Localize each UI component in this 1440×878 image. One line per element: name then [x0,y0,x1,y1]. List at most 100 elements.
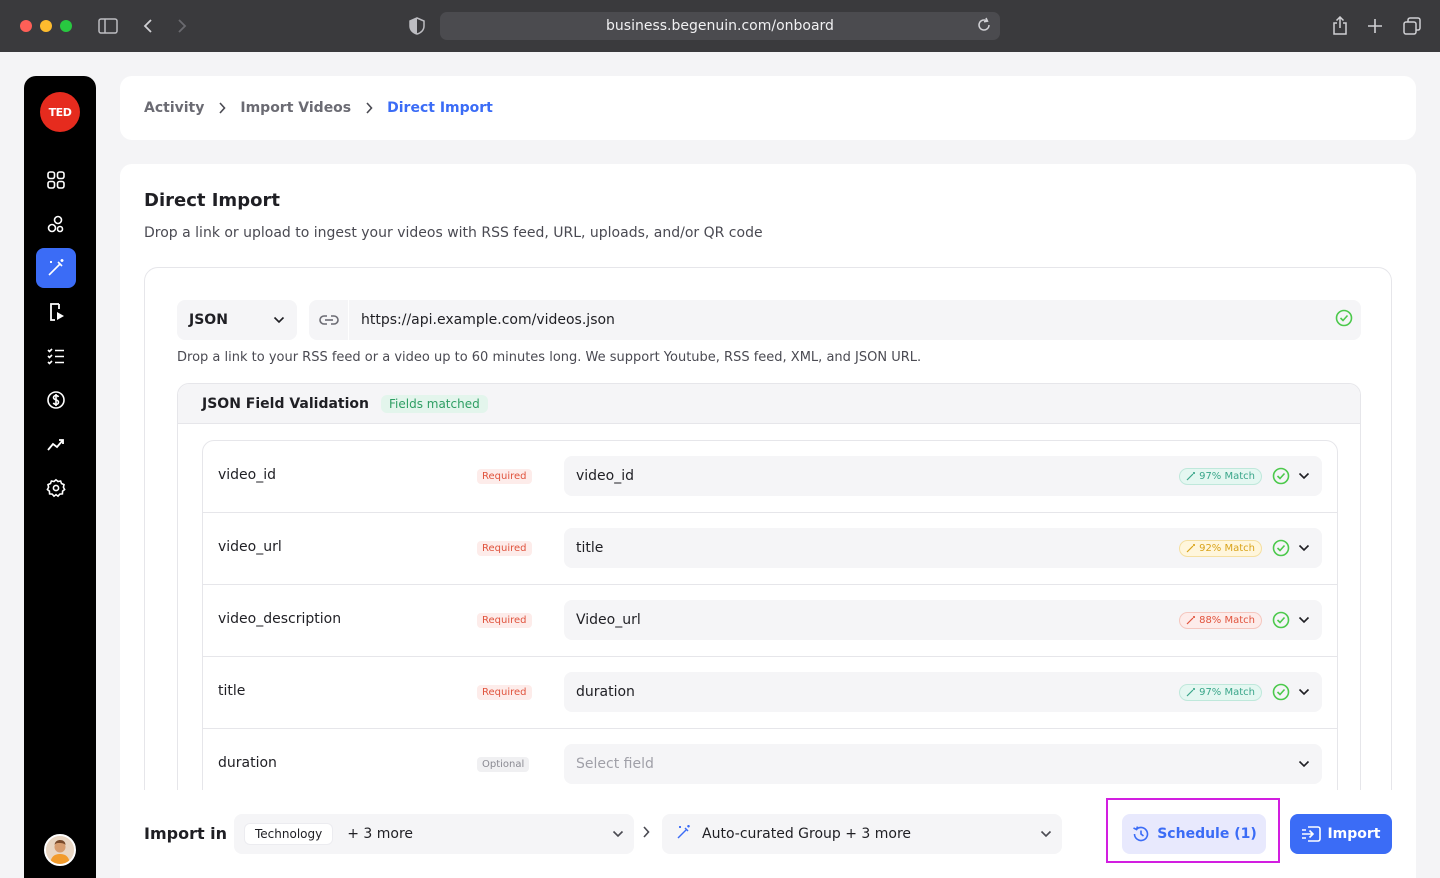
mapped-field-value: title [576,540,604,556]
match-badge: 92% Match [1179,539,1262,557]
match-badge: 97% Match [1179,683,1262,701]
mapped-field-value: video_id [576,468,635,484]
field-name: duration [218,755,277,771]
mapped-field-value: duration [576,684,635,700]
check-circle-icon [1272,683,1290,701]
sidebar-toggle-icon[interactable] [96,14,120,38]
chevron-down-icon [1040,830,1052,838]
check-circle-icon [1272,467,1290,485]
chevron-down-icon [1298,688,1310,696]
close-window-button[interactable] [20,20,32,32]
import-button[interactable]: Import [1290,814,1392,854]
source-url-input[interactable] [349,312,1335,328]
mapped-field-value: Video_url [576,612,641,628]
table-row: video_id Required video_id 97% Match [203,441,1337,513]
browser-toolbar: business.begenuin.com/onboard [0,0,1440,52]
source-url-field [309,300,1361,340]
magic-wand-icon [1186,616,1196,625]
match-badge-text: 92% Match [1199,542,1255,554]
breadcrumb: Activity Import Videos Direct Import [120,76,1416,140]
chevron-down-icon [1298,760,1310,768]
match-badge-text: 88% Match [1199,614,1255,626]
nav-communities[interactable] [36,204,76,244]
page-title: Direct Import [144,190,280,211]
match-badge-text: 97% Match [1199,686,1255,698]
settings-icon [46,478,66,498]
privacy-shield-icon[interactable] [405,14,429,38]
schedule-button[interactable]: Schedule (1) [1122,814,1266,854]
status-badge: Fields matched [381,394,488,413]
field-mapping-select[interactable]: Video_url 88% Match [564,600,1322,640]
match-badge: 88% Match [1179,611,1262,629]
app-sidebar: TED [24,76,96,878]
nav-tasks[interactable] [36,336,76,376]
required-badge: Required [477,541,532,556]
grid-icon [47,171,65,189]
category-chip: Technology [244,823,334,845]
breadcrumb-direct-import: Direct Import [387,100,493,116]
field-name: video_url [218,539,282,555]
reload-icon[interactable] [976,17,992,37]
magic-wand-icon [48,259,64,276]
nav-videos[interactable] [36,292,76,332]
table-row: title Required duration 97% Match [203,657,1337,729]
forward-icon[interactable] [170,14,194,38]
breadcrumb-import-videos[interactable]: Import Videos [240,100,351,116]
history-clock-icon [1133,826,1149,842]
import-in-label: Import in [144,824,228,843]
nav-settings[interactable] [36,468,76,508]
breadcrumb-activity[interactable]: Activity [144,100,204,116]
field-mapping-list: video_id Required video_id 97% Match vid… [202,440,1338,802]
nav-analytics[interactable] [36,424,76,464]
link-icon [309,300,349,340]
analytics-icon [47,439,64,451]
required-badge: Required [477,469,532,484]
magic-wand-icon [1186,544,1196,553]
brand-logo[interactable]: TED [40,92,80,132]
field-mapping-select[interactable]: duration 97% Match [564,672,1322,712]
new-tab-icon[interactable] [1363,14,1387,38]
check-circle-icon [1272,611,1290,629]
nav-dashboard[interactable] [36,160,76,200]
brand-logo-text: TED [48,105,72,119]
minimize-window-button[interactable] [40,20,52,32]
match-badge-text: 97% Match [1199,470,1255,482]
chevron-down-icon [1298,544,1310,552]
chevron-right-icon [642,826,650,838]
field-mapping-select[interactable]: title 92% Match [564,528,1322,568]
list-check-icon [47,348,64,365]
field-name: video_id [218,467,277,483]
tab-overview-icon[interactable] [1400,14,1424,38]
direct-import-card: Direct Import Drop a link or upload to i… [120,164,1416,878]
mapped-field-placeholder: Select field [576,756,654,772]
video-file-icon [50,303,64,321]
field-name: title [218,683,246,699]
user-avatar[interactable] [44,834,76,866]
zoom-window-button[interactable] [60,20,72,32]
field-mapping-select[interactable]: Select field [564,744,1322,784]
address-text: business.begenuin.com/onboard [606,18,834,34]
magic-wand-icon [676,824,692,844]
share-icon[interactable] [1328,14,1352,38]
group-select[interactable]: Auto-curated Group + 3 more [662,814,1062,854]
back-icon[interactable] [136,14,160,38]
source-type-select[interactable]: JSON [177,300,297,340]
address-bar[interactable]: business.begenuin.com/onboard [440,12,1000,40]
category-select[interactable]: Technology + 3 more [234,814,634,854]
chevron-down-icon [1298,616,1310,624]
chevron-down-icon [612,830,624,838]
page-subtitle: Drop a link or upload to ingest your vid… [144,225,763,241]
nav-monetization[interactable] [36,380,76,420]
chevron-down-icon [1298,472,1310,480]
required-badge: Required [477,685,532,700]
field-name: video_description [218,611,342,627]
check-circle-icon [1335,309,1353,331]
nav-import[interactable] [36,248,76,288]
chevron-right-icon [365,102,373,114]
check-circle-icon [1272,539,1290,557]
import-footer: Import in Technology + 3 more Auto-curat… [120,790,1416,878]
import-source-panel: JSON Drop a link to your RSS feed or a v… [144,267,1392,878]
field-mapping-select[interactable]: video_id 97% Match [564,456,1322,496]
table-row: video_description Required Video_url 88%… [203,585,1337,657]
source-type-value: JSON [189,312,228,328]
